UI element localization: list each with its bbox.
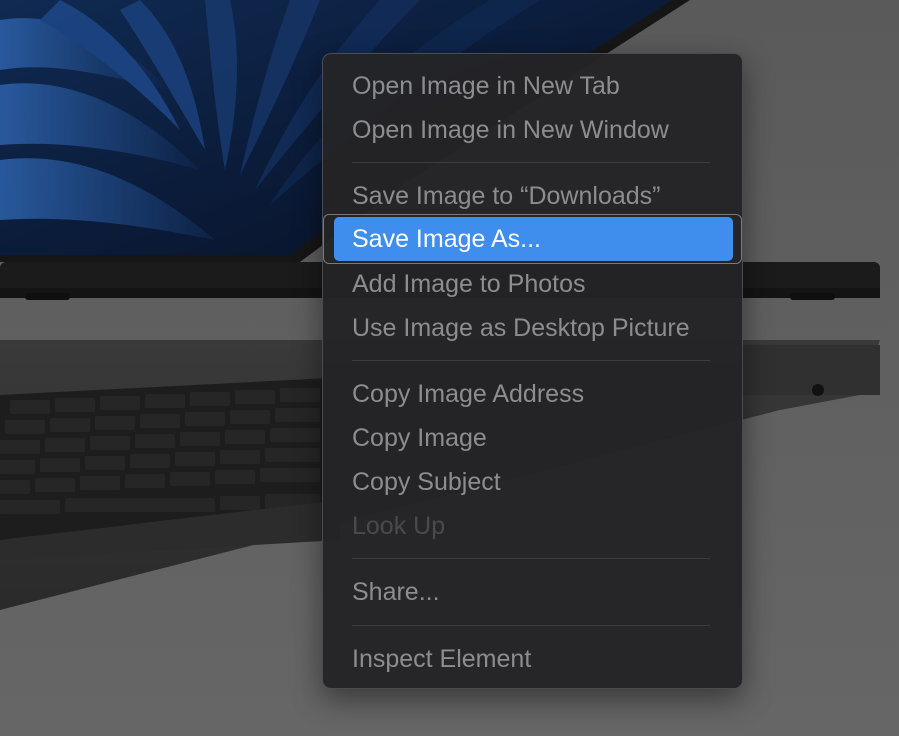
menu-item-save-image-to-downloads[interactable]: Save Image to “Downloads” — [331, 174, 734, 218]
menu-item-use-image-as-desktop-picture[interactable]: Use Image as Desktop Picture — [331, 306, 734, 350]
context-menu: Open Image in New Tab Open Image in New … — [322, 53, 743, 689]
menu-item-open-image-in-new-tab[interactable]: Open Image in New Tab — [331, 64, 734, 108]
menu-item-copy-image-address[interactable]: Copy Image Address — [331, 372, 734, 416]
menu-separator — [352, 360, 710, 361]
menu-item-share[interactable]: Share... — [331, 570, 734, 614]
menu-separator — [352, 558, 710, 559]
menu-item-look-up: Look Up — [352, 512, 446, 540]
menu-item-save-image-as[interactable]: Save Image As... — [334, 217, 733, 261]
menu-item-copy-subject[interactable]: Copy Subject — [331, 460, 734, 504]
menu-separator — [352, 162, 710, 163]
menu-item-add-image-to-photos[interactable]: Add Image to Photos — [331, 262, 734, 306]
menu-item-open-image-in-new-window[interactable]: Open Image in New Window — [331, 108, 734, 152]
menu-item-inspect-element[interactable]: Inspect Element — [331, 637, 734, 681]
menu-item-copy-image[interactable]: Copy Image — [331, 416, 734, 460]
menu-separator — [352, 625, 710, 626]
